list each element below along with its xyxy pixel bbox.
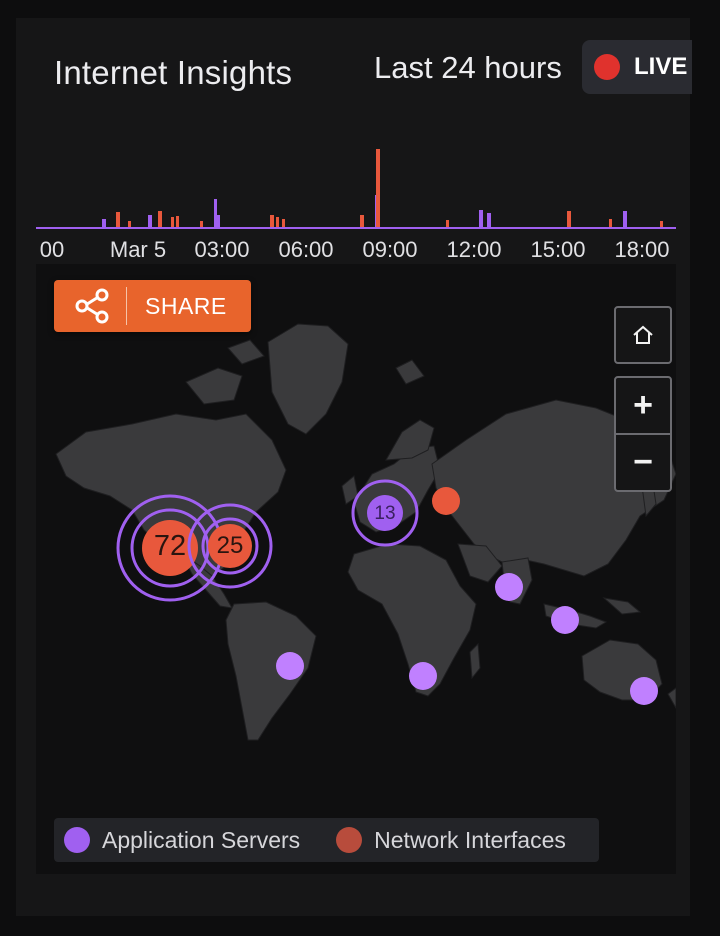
app-server-marker[interactable] [409, 662, 437, 690]
network-interface-marker[interactable] [432, 487, 460, 515]
share-icon [75, 288, 109, 324]
timeline-tick: 06:00 [278, 237, 334, 262]
zoom-out-button[interactable]: − [616, 435, 670, 490]
cluster-count: 72 [153, 530, 187, 562]
timeline-tick: 15:00 [530, 237, 586, 262]
live-dot-icon [594, 54, 620, 80]
time-range-selector[interactable]: Last 24 hours [374, 50, 562, 86]
legend-dot-icon [336, 827, 363, 853]
timeline-tick: 00 [39, 237, 65, 262]
app-server-marker[interactable] [495, 573, 523, 601]
app-server-marker[interactable] [276, 652, 304, 680]
legend-item-network-interfaces[interactable]: Network Interfaces [336, 827, 566, 854]
zoom-controls: + − [614, 376, 672, 492]
home-icon [633, 325, 653, 344]
timeline-tick: Mar 5 [109, 237, 167, 262]
timeline-tick: 03:00 [194, 237, 250, 262]
world-map[interactable]: 72 25 13 [36, 264, 676, 874]
timeline-bars [36, 149, 679, 229]
cluster-count: 25 [216, 532, 244, 559]
timeline-tick: 09:00 [362, 237, 418, 262]
live-indicator[interactable]: LIVE [582, 40, 692, 94]
home-button[interactable] [614, 306, 672, 364]
zoom-in-button[interactable]: + [616, 378, 670, 433]
app-server-marker[interactable] [551, 606, 579, 634]
legend-item-app-servers[interactable]: Application Servers [64, 827, 300, 854]
legend-label: Network Interfaces [374, 826, 566, 853]
app-server-marker[interactable] [630, 677, 658, 705]
share-label: SHARE [145, 292, 227, 319]
share-button[interactable]: SHARE [54, 280, 251, 332]
live-label: LIVE [634, 53, 688, 80]
share-divider [126, 287, 127, 325]
cluster-count: 13 [374, 503, 396, 524]
page-title: Internet Insights [54, 54, 293, 91]
timeline-tick: 18:00 [614, 237, 670, 262]
legend-dot-icon [64, 827, 90, 853]
legend-label: Application Servers [102, 826, 301, 853]
map-legend: Application Servers Network Interfaces [54, 818, 599, 862]
activity-timeline[interactable]: 00 Mar 5 03:00 06:00 09:00 12:00 15:00 1… [36, 125, 679, 265]
map-markers [116, 479, 658, 705]
timeline-tick: 12:00 [446, 237, 502, 262]
